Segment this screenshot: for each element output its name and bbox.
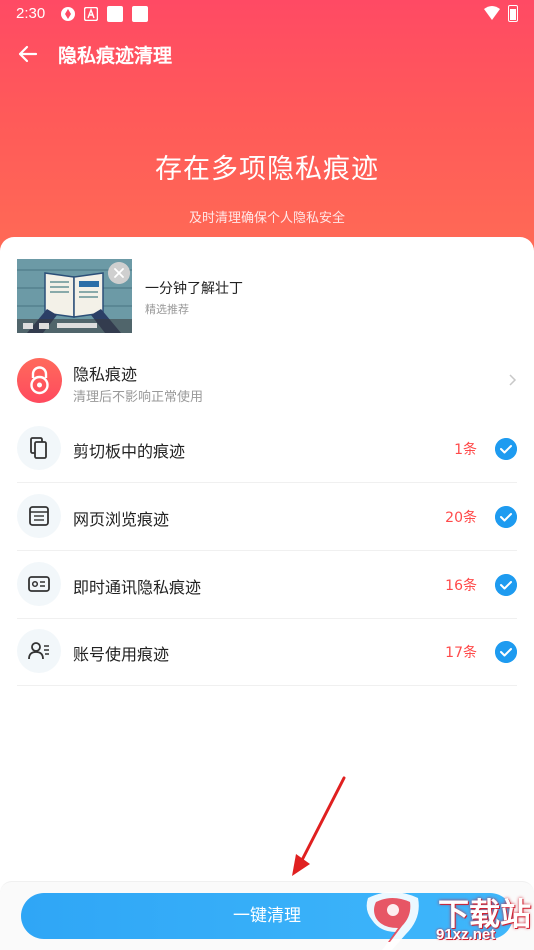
watermark-site: 91xz.net [436,926,496,943]
list-item-clipboard[interactable]: 剪切板中的痕迹 1条 [17,416,517,483]
hero-subtitle: 及时清理确保个人隐私安全 [188,211,345,226]
close-icon[interactable] [108,262,130,284]
item-label: 即时通讯隐私痕迹 [73,578,202,597]
category-title: 隐私痕迹 [73,365,138,384]
item-count: 20条 [445,510,477,526]
browser-icon [17,494,61,538]
wifi-icon [484,6,500,20]
promo-subtitle: 精选推荐 [145,303,189,316]
back-arrow-icon[interactable] [14,40,42,68]
content-card: 一分钟了解壮丁 精选推荐 隐私痕迹 清理后不影响正常使用 剪切板中的痕迹 1条 … [0,237,534,950]
page-title: 隐私痕迹清理 [58,45,173,67]
item-count: 16条 [445,578,477,594]
item-label: 账号使用痕迹 [73,645,170,664]
notification-icon [107,6,123,22]
promo-card[interactable]: 一分钟了解壮丁 精选推荐 [17,259,517,334]
item-label: 网页浏览痕迹 [73,510,170,529]
clipboard-icon [17,426,61,470]
id-card-icon [17,562,61,606]
chevron-right-icon [509,374,517,386]
user-list-icon [17,629,61,673]
item-count: 17条 [445,645,477,661]
checkbox-checked-icon[interactable] [495,438,517,460]
checkbox-checked-icon[interactable] [495,506,517,528]
sync-icon [61,7,75,21]
list-item-browser[interactable]: 网页浏览痕迹 20条 [17,484,517,551]
notification-icon [132,6,148,22]
checkbox-checked-icon[interactable] [495,574,517,596]
category-subtitle: 清理后不影响正常使用 [73,390,204,405]
list-item-messaging[interactable]: 即时通讯隐私痕迹 16条 [17,552,517,619]
privacy-trace-category[interactable]: 隐私痕迹 清理后不影响正常使用 [17,354,517,414]
status-bar: 2:30 [0,0,534,28]
item-label: 剪切板中的痕迹 [73,442,186,461]
promo-title[interactable]: 一分钟了解壮丁 [145,278,243,298]
battery-icon [508,5,518,22]
status-time: 2:30 [16,5,46,22]
app-notify-icon [84,7,98,21]
header-banner: 2:30 隐私痕迹清理 存在多项隐私痕迹 及时清理确保个人隐私安全 [0,0,534,260]
checkbox-checked-icon[interactable] [495,641,517,663]
item-count: 1条 [454,442,477,458]
lock-icon [17,358,62,403]
hero-title: 存在多项隐私痕迹 [155,154,379,185]
list-item-account[interactable]: 账号使用痕迹 17条 [17,619,517,686]
screen: 2:30 隐私痕迹清理 存在多项隐私痕迹 及时清理确保个人隐私安全 一分钟了解壮… [0,0,534,950]
annotation-arrow [292,776,346,876]
